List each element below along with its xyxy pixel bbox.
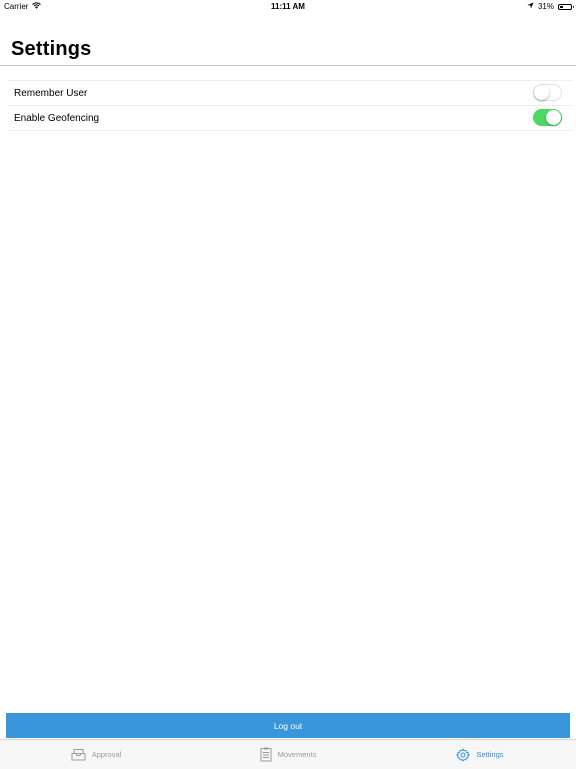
enable-geofencing-toggle[interactable] — [533, 109, 562, 126]
nav-divider — [0, 65, 576, 66]
toggle-knob — [546, 110, 561, 125]
status-time: 11:11 AM — [271, 2, 305, 11]
toggle-knob — [534, 85, 549, 100]
setting-label: Remember User — [14, 87, 88, 99]
inbox-icon — [71, 748, 86, 761]
setting-row-remember-user: Remember User — [8, 80, 572, 105]
tab-bar: Approval Movements Settings — [0, 739, 576, 769]
battery-icon — [558, 3, 574, 10]
tab-label: Movements — [277, 750, 317, 759]
tab-label: Settings — [476, 750, 504, 759]
setting-row-enable-geofencing: Enable Geofencing — [8, 105, 572, 131]
status-bar: Carrier 11:11 AM 31% — [0, 0, 576, 12]
clipboard-icon — [260, 747, 272, 762]
tab-label: Approval — [91, 750, 122, 759]
tab-movements[interactable]: Movements — [192, 740, 384, 769]
page-title: Settings — [11, 38, 92, 60]
battery-fill — [560, 5, 563, 8]
setting-label: Enable Geofencing — [14, 112, 100, 124]
battery-percent: 31% — [537, 2, 554, 11]
tab-approval[interactable]: Approval — [0, 740, 192, 769]
logout-button[interactable]: Log out — [6, 713, 570, 738]
settings-list: Remember User Enable Geofencing — [8, 80, 572, 131]
remember-user-toggle[interactable] — [533, 84, 562, 101]
gear-icon — [456, 748, 471, 762]
status-right: 31% — [527, 2, 574, 11]
tab-settings[interactable]: Settings — [384, 740, 576, 769]
location-arrow-icon — [527, 2, 534, 11]
